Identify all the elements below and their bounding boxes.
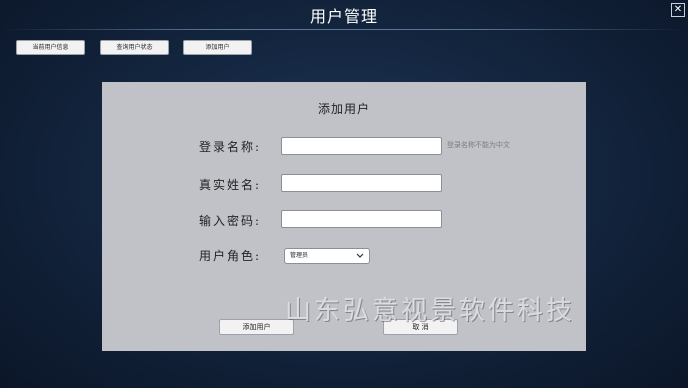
user-management-window: 用户管理 ✕ 当前用户信息 查询用户状态 添加用户 添加用户 登录名称: 登录名… [0,0,688,388]
chevron-down-icon [356,253,364,258]
real-name-input[interactable] [281,174,442,192]
company-watermark: 山东弘意视景软件科技 [285,296,576,326]
window-title: 用户管理 [309,7,378,26]
title-bar: 用户管理 ✕ [0,0,688,30]
role-selected-value: 管理员 [290,252,309,259]
login-name-hint: 登录名称不能为中文 [447,141,510,149]
role-label: 用户角色: [199,249,262,263]
real-name-label: 真实姓名: [199,178,262,192]
current-user-info-button[interactable]: 当前用户信息 [16,40,85,55]
password-input[interactable] [281,210,442,228]
login-name-input[interactable] [281,137,442,155]
login-name-label: 登录名称: [199,140,262,154]
close-icon[interactable]: ✕ [671,3,685,17]
password-label: 输入密码: [199,214,262,228]
form-title: 添加用户 [317,102,370,116]
query-user-status-button[interactable]: 查询用户状态 [100,40,169,55]
add-user-tab-button[interactable]: 添加用户 [183,40,252,55]
submit-add-user-button[interactable]: 添加用户 [219,319,294,335]
title-divider [0,29,688,30]
role-select[interactable]: 管理员 [284,248,370,264]
